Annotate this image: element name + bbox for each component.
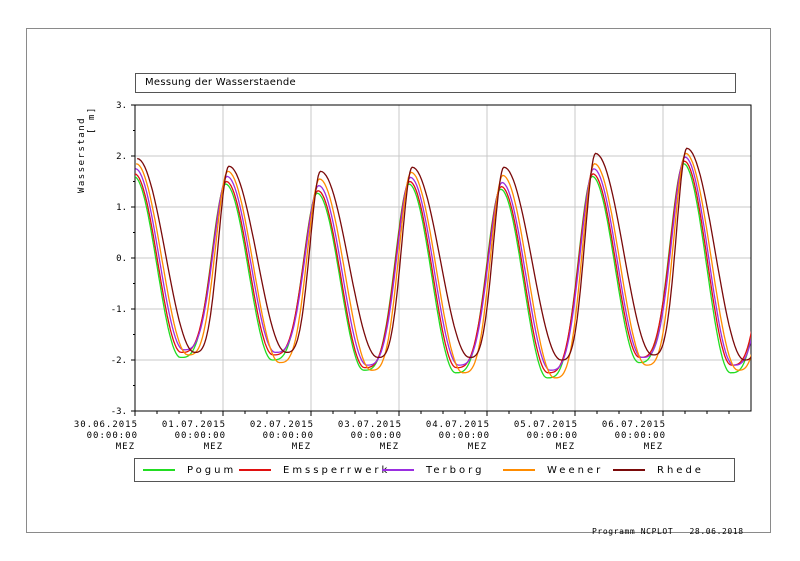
y-tick-label: 1. bbox=[116, 203, 127, 213]
x-tick-label: 02.07.201500:00:00MEZ bbox=[250, 420, 314, 452]
legend-label: Pogum bbox=[187, 464, 237, 476]
y-tick-label: -2. bbox=[111, 356, 127, 366]
x-tick-date: 01.07.2015 bbox=[162, 420, 226, 430]
legend-swatch bbox=[613, 469, 645, 471]
x-tick-date: 04.07.2015 bbox=[426, 420, 490, 430]
legend-label: Rhede bbox=[657, 464, 704, 476]
x-tick-date: 03.07.2015 bbox=[338, 420, 402, 430]
y-axis-label: Wasserstand bbox=[77, 117, 87, 193]
y-tick-label: 3. bbox=[116, 101, 127, 111]
x-tick-label: 06.07.201500:00:00MEZ bbox=[602, 420, 666, 452]
legend: Pogum Emssperrwerk Terborg Weener Rhede bbox=[134, 458, 735, 482]
x-tick-tz: MEZ bbox=[204, 442, 223, 452]
series-line-terborg bbox=[135, 156, 751, 371]
legend-swatch bbox=[382, 469, 414, 471]
x-tick-label: 30.06.201500:00:00MEZ bbox=[74, 420, 138, 452]
legend-label: Emssperrwerk bbox=[283, 464, 391, 476]
x-tick-date: 02.07.2015 bbox=[250, 420, 314, 430]
x-tick-time: 00:00:00 bbox=[527, 431, 578, 441]
x-tick-label: 04.07.201500:00:00MEZ bbox=[426, 420, 490, 452]
legend-item-emssperrwerk: Emssperrwerk bbox=[239, 459, 390, 481]
chart-title: Messung der Wasserstaende bbox=[135, 73, 736, 93]
x-tick-date: 30.06.2015 bbox=[74, 420, 138, 430]
legend-label: Weener bbox=[547, 464, 604, 476]
legend-item-weener: Weener bbox=[503, 459, 603, 481]
footer-text: Programm NCPLOT 28.06.2018 bbox=[592, 527, 744, 536]
x-tick-time: 00:00:00 bbox=[615, 431, 666, 441]
x-tick-label: 01.07.201500:00:00MEZ bbox=[162, 420, 226, 452]
x-tick-tz: MEZ bbox=[292, 442, 311, 452]
legend-item-terborg: Terborg bbox=[382, 459, 484, 481]
series-line-pogum bbox=[135, 162, 751, 379]
x-tick-tz: MEZ bbox=[380, 442, 399, 452]
y-tick-label: -3. bbox=[111, 407, 127, 417]
series-line-rhede bbox=[137, 147, 751, 361]
x-tick-date: 06.07.2015 bbox=[602, 420, 666, 430]
legend-item-pogum: Pogum bbox=[143, 459, 236, 481]
legend-swatch bbox=[503, 469, 535, 471]
y-axis-unit: [ m] bbox=[87, 106, 97, 134]
x-tick-time: 00:00:00 bbox=[351, 431, 402, 441]
x-tick-time: 00:00:00 bbox=[263, 431, 314, 441]
legend-swatch bbox=[143, 469, 175, 471]
legend-label: Terborg bbox=[426, 464, 485, 476]
y-tick-label: -1. bbox=[111, 305, 127, 315]
legend-item-rhede: Rhede bbox=[613, 459, 704, 481]
legend-swatch bbox=[239, 469, 271, 471]
x-tick-tz: MEZ bbox=[116, 442, 135, 452]
x-tick-time: 00:00:00 bbox=[439, 431, 490, 441]
y-tick-label: 0. bbox=[116, 254, 127, 264]
x-tick-label: 05.07.201500:00:00MEZ bbox=[514, 420, 578, 452]
x-tick-tz: MEZ bbox=[644, 442, 663, 452]
x-tick-tz: MEZ bbox=[556, 442, 575, 452]
y-tick-label: 2. bbox=[116, 152, 127, 162]
x-tick-time: 00:00:00 bbox=[87, 431, 138, 441]
x-tick-label: 03.07.201500:00:00MEZ bbox=[338, 420, 402, 452]
x-tick-time: 00:00:00 bbox=[175, 431, 226, 441]
x-tick-tz: MEZ bbox=[468, 442, 487, 452]
x-tick-date: 05.07.2015 bbox=[514, 420, 578, 430]
series-line-weener bbox=[135, 152, 751, 379]
